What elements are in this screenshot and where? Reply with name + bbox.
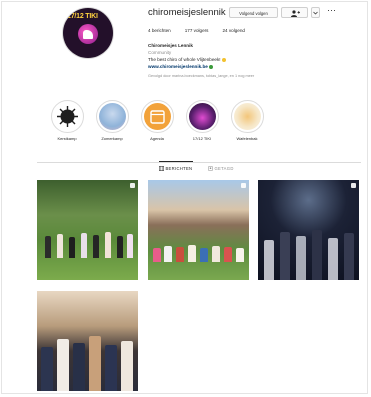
tabs-divider: [37, 162, 361, 163]
highlight-ring: [185, 100, 219, 133]
avatar-tiki-text: 17/12 TIKI: [67, 13, 98, 20]
tag-icon: [208, 166, 213, 172]
highlight-label: 17/12 TIKI: [192, 136, 212, 141]
highlight-tiki[interactable]: 17/12 TIKI: [182, 100, 222, 141]
highlight-wafelenbak[interactable]: Wafelenbak: [227, 100, 267, 141]
highlight-cover: [188, 103, 216, 130]
post-thumbnail[interactable]: [258, 180, 359, 280]
highlight-label: Kerstkamp: [57, 136, 77, 141]
highlight-label: Zomerkamp: [101, 136, 123, 141]
tab-posts[interactable]: BERICHTEN: [159, 166, 193, 172]
follow-button[interactable]: Volgend volgen: [229, 7, 278, 18]
post-thumbnail[interactable]: [148, 180, 249, 280]
bio-link[interactable]: www.chiromeisjeslennik.be: [148, 64, 208, 69]
highlight-label: Agenda: [150, 136, 164, 141]
posts-count: 4 berichten: [148, 28, 171, 33]
emoji-icon: [221, 57, 226, 62]
virus-icon: [56, 106, 78, 127]
post-figures: [37, 331, 138, 391]
highlight-ring: [50, 100, 84, 133]
tab-posts-label: BERICHTEN: [165, 166, 193, 171]
multi-photo-icon: [241, 183, 246, 188]
post-thumbnail[interactable]: [37, 180, 138, 280]
active-tab-indicator: [159, 161, 193, 162]
calendar-icon: [149, 110, 165, 124]
highlight-ring: [140, 100, 174, 133]
tab-tagged-label: GETAGD: [214, 166, 234, 171]
highlight-cover: [233, 103, 261, 130]
highlight-ring: [95, 100, 129, 133]
followers-count[interactable]: 177 volgers: [185, 28, 209, 33]
following-count[interactable]: 24 volgend: [222, 28, 244, 33]
highlight-label: Wafelenbak: [236, 136, 258, 141]
highlight-cover: [143, 103, 171, 130]
bio-name: Chiromeisjes Lennik: [148, 43, 193, 48]
post-figures: [258, 225, 359, 280]
dropdown-button[interactable]: [311, 7, 320, 18]
multi-photo-icon: [351, 183, 356, 188]
highlight-agenda[interactable]: Agenda: [137, 100, 177, 141]
bio-category: Community: [148, 50, 172, 55]
grid-icon: [159, 166, 164, 172]
add-user-button[interactable]: [281, 7, 308, 18]
highlight-zomerkamp[interactable]: Zomerkamp: [92, 100, 132, 141]
highlight-ring: [230, 100, 264, 133]
profile-stats: 4 berichten 177 volgers 24 volgend: [148, 28, 245, 33]
chevron-down-icon: [313, 11, 318, 15]
multi-photo-icon: [130, 183, 135, 188]
tab-tagged[interactable]: GETAGD: [208, 166, 234, 172]
profile-avatar[interactable]: 17/12 TIKI: [63, 8, 113, 58]
bio-text: The best chiro of whole Vlijtenbeek!: [148, 57, 221, 62]
post-figures: [37, 228, 138, 258]
post-figures: [148, 232, 249, 262]
more-options-icon[interactable]: ···: [327, 5, 336, 15]
profile-username: chiromeisjeslennik: [148, 7, 226, 18]
bio-text-line: The best chiro of whole Vlijtenbeek!: [148, 57, 226, 62]
avatar-horse-graphic: [83, 30, 93, 39]
highlight-cover: [53, 103, 81, 130]
bio-link-line[interactable]: www.chiromeisjeslennik.be: [148, 64, 214, 69]
highlight-kerstkamp[interactable]: Kerstkamp: [47, 100, 87, 141]
highlight-cover: [98, 103, 126, 130]
post-thumbnail[interactable]: [37, 291, 138, 391]
add-user-icon: [290, 10, 300, 17]
emoji-icon: [209, 64, 214, 69]
followed-by-text[interactable]: Gevolgd door marina.boeckmans, tobias_la…: [148, 74, 254, 78]
